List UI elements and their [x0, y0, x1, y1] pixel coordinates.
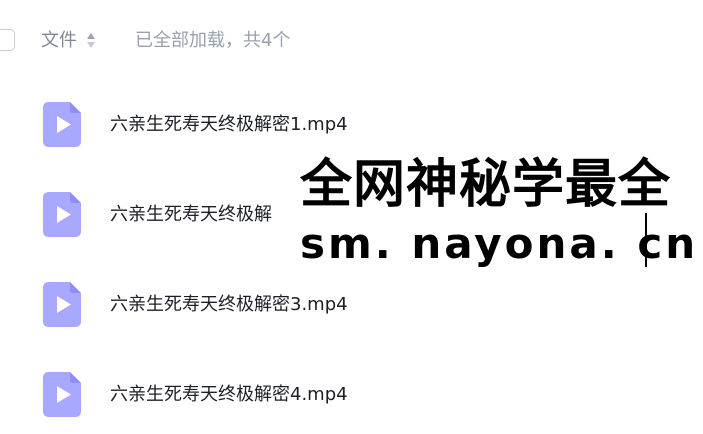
sort-icon [86, 33, 96, 49]
video-file-icon [43, 282, 81, 327]
file-row[interactable]: 六亲生死寿天终极解密4.mp4 [0, 365, 703, 425]
file-name[interactable]: 六亲生死寿天终极解 [110, 203, 272, 227]
watermark-overlay: 全网神秘学最全 sm. nayona. cn [297, 155, 703, 270]
watermark-url: sm. nayona. cn [300, 219, 699, 268]
video-file-icon [43, 192, 81, 237]
select-all-checkbox[interactable] [0, 29, 15, 51]
file-name[interactable]: 六亲生死寿天终极解密3.mp4 [110, 293, 348, 317]
watermark-title: 全网神秘学最全 [300, 155, 672, 215]
file-name[interactable]: 六亲生死寿天终极解密4.mp4 [110, 383, 348, 407]
load-status-text: 已全部加载，共4个 [135, 30, 291, 51]
sort-by-file-name-button[interactable]: 文件 [41, 29, 96, 53]
video-file-icon [43, 372, 81, 417]
file-row[interactable]: 六亲生死寿天终极解密1.mp4 [0, 95, 703, 155]
file-list-header: 文件 已全部加载，共4个 [0, 0, 703, 82]
video-file-icon [43, 102, 81, 147]
text-cursor [645, 213, 647, 267]
file-row[interactable]: 六亲生死寿天终极解密3.mp4 [0, 275, 703, 335]
file-name[interactable]: 六亲生死寿天终极解密1.mp4 [110, 113, 348, 137]
column-title-file: 文件 [41, 30, 77, 51]
